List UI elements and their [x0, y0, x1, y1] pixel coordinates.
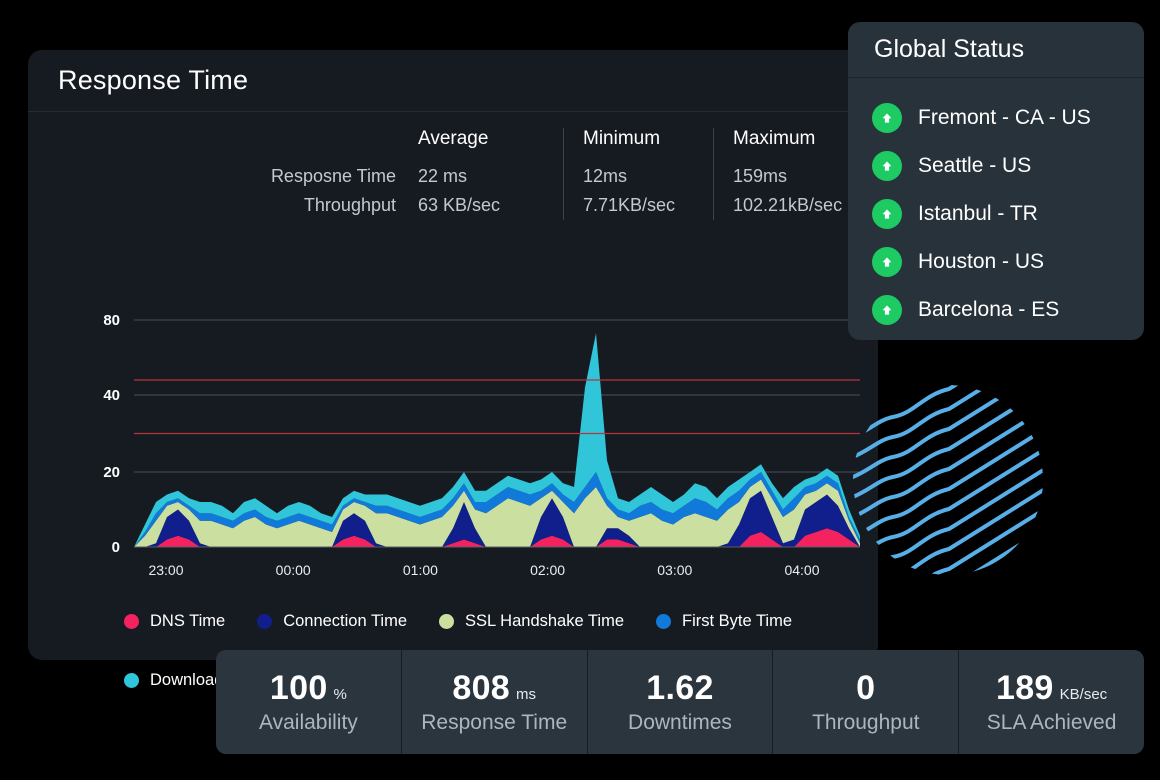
- page-title: Response Time: [58, 65, 249, 95]
- kpi-value: 0: [856, 669, 876, 707]
- kpi-value-row: 189 KB/sec: [996, 669, 1107, 708]
- legend-dot-icon: [257, 614, 273, 629]
- fingerprint-ridge: [853, 457, 1043, 575]
- fingerprint-ridge: [853, 477, 1043, 575]
- y-axis-tick-label: 40: [103, 387, 120, 404]
- y-axis-tick-label: 0: [112, 539, 120, 556]
- kpi-value-row: 1.62: [646, 669, 713, 708]
- kpi-value: 100: [269, 669, 328, 707]
- global-status-item[interactable]: Barcelona - ES: [872, 286, 1144, 334]
- fingerprint-ridge: [853, 385, 1043, 447]
- kpi-unit: KB/sec: [1059, 686, 1108, 703]
- kpi-value-row: 0: [856, 669, 875, 708]
- column-header-average: Average: [418, 128, 489, 149]
- global-status-item-label: Seattle - US: [918, 154, 1032, 177]
- response-time-minimum: 12ms: [563, 162, 713, 191]
- kpi-cell[interactable]: 0 Throughput: [773, 650, 960, 754]
- x-axis-tick-label: 23:00: [148, 562, 183, 578]
- fingerprint-ridge: [853, 385, 1043, 527]
- summary-stats: Average Minimum Maximum Resposne Time 22…: [28, 128, 878, 220]
- y-axis-tick-label: 20: [103, 464, 120, 481]
- row-label-response-time: Resposne Time: [270, 166, 396, 186]
- fingerprint-ridge: [853, 557, 1043, 575]
- summary-stats-grid: Average Minimum Maximum Resposne Time 22…: [243, 128, 878, 220]
- global-status-list: Fremont - CA - US Seattle - US Istanbul - …: [848, 78, 1144, 334]
- global-status-item[interactable]: Istanbul - TR: [872, 190, 1144, 238]
- kpi-label: Throughput: [812, 711, 920, 734]
- kpi-cell[interactable]: 808 ms Response Time: [402, 650, 588, 754]
- kpi-unit: ms: [516, 686, 537, 703]
- kpi-label: Availability: [258, 711, 358, 734]
- legend-item[interactable]: Connection Time: [257, 612, 407, 631]
- legend-item-label: SSL Handshake Time: [465, 612, 624, 630]
- response-time-card: Response Time Average Minimum Maximum Re…: [28, 50, 878, 689]
- global-status-item[interactable]: Seattle - US: [872, 142, 1144, 190]
- global-status-item-label: Barcelona - ES: [918, 298, 1060, 321]
- x-axis-tick-label: 01:00: [403, 562, 438, 578]
- throughput-average: 63 KB/sec: [418, 195, 501, 215]
- legend-item-label: First Byte Time: [682, 612, 793, 630]
- throughput-minimum: 7.71KB/sec: [563, 191, 713, 220]
- global-status-panel: Global Status Fremont - CA - US Seattle -…: [848, 22, 1144, 340]
- x-axis-tick-label: 02:00: [530, 562, 565, 578]
- kpi-stat-bar: 100% Availability 808 ms Response Time 1.62 Do…: [216, 650, 1144, 754]
- y-axis-tick-label: 80: [103, 312, 120, 329]
- kpi-value-row: 100%: [270, 669, 347, 708]
- response-time-average: 22 ms: [418, 166, 468, 186]
- kpi-value: 189: [996, 669, 1054, 707]
- dashboard-root: Response Time Average Minimum Maximum Re…: [0, 0, 1160, 780]
- legend-dot-icon: [124, 673, 139, 688]
- kpi-cell[interactable]: 100% Availability: [216, 650, 402, 754]
- legend-item-label: DNS Time: [150, 612, 226, 630]
- global-status-item[interactable]: Fremont - CA - US: [872, 94, 1144, 142]
- row-label-throughput: Throughput: [303, 195, 396, 215]
- response-time-card-header: Response Time: [28, 50, 878, 112]
- summary-stats-corner: [243, 128, 418, 162]
- global-status-item[interactable]: Houston - US: [872, 238, 1144, 286]
- kpi-cell[interactable]: 189 KB/sec SLA Achieved: [959, 650, 1144, 754]
- legend-dot-icon: [124, 614, 139, 629]
- x-axis-tick-label: 04:00: [784, 562, 819, 578]
- arrow-up-icon: [872, 295, 902, 325]
- kpi-unit: %: [333, 686, 347, 703]
- x-axis-tick-label: 00:00: [276, 562, 311, 578]
- legend-item[interactable]: First Byte Time: [656, 612, 792, 631]
- x-axis-tick-label: 03:00: [657, 562, 692, 578]
- global-status-item-label: Fremont - CA - US: [918, 106, 1091, 129]
- global-status-header: Global Status: [848, 22, 1144, 78]
- arrow-up-icon: [872, 199, 902, 229]
- legend-dot-icon: [439, 614, 455, 629]
- arrow-up-icon: [872, 103, 902, 133]
- arrow-up-icon: [872, 247, 902, 277]
- arrow-up-icon: [872, 151, 902, 181]
- kpi-value: 808: [452, 669, 511, 707]
- global-status-item-label: Istanbul - TR: [918, 202, 1038, 225]
- fingerprint-ridge: [853, 385, 1043, 467]
- kpi-label: Downtimes: [628, 711, 732, 734]
- kpi-value-row: 808 ms: [452, 669, 536, 708]
- legend-item-label: Connection Time: [283, 612, 408, 630]
- kpi-cell[interactable]: 1.62 Downtimes: [588, 650, 774, 754]
- response-time-chart-svg[interactable]: 0 20 40 80 23:00 00:00 01:00 02:00 03:00 04:00: [28, 298, 878, 598]
- global-status-title: Global Status: [874, 35, 1025, 63]
- kpi-label: Response Time: [421, 711, 568, 734]
- column-header-minimum: Minimum: [563, 128, 713, 162]
- kpi-value: 1.62: [646, 669, 714, 707]
- response-time-chart[interactable]: 0 20 40 80 23:00 00:00 01:00 02:00 03:00 04:00: [28, 298, 878, 598]
- legend-dot-icon: [656, 614, 671, 629]
- legend-item[interactable]: DNS Time: [124, 612, 225, 631]
- legend-item[interactable]: SSL Handshake Time: [439, 612, 624, 631]
- kpi-label: SLA Achieved: [986, 711, 1117, 734]
- global-status-item-label: Houston - US: [918, 250, 1045, 273]
- fingerprint-decoration-icon: [853, 385, 1043, 575]
